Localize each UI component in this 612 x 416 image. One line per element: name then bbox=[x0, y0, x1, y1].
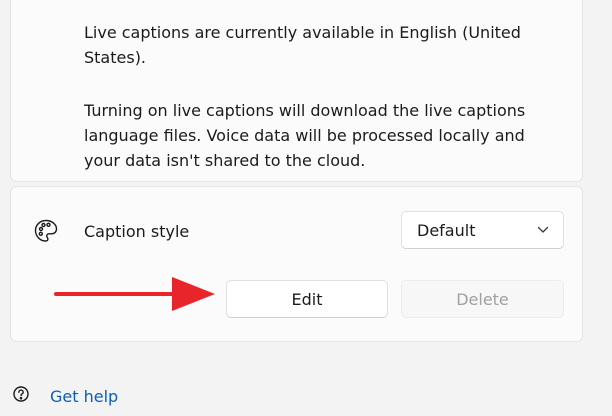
delete-caption-style-button[interactable]: Delete bbox=[401, 280, 564, 318]
availability-text: Live captions are currently available in… bbox=[84, 23, 521, 67]
chevron-down-icon bbox=[537, 226, 549, 233]
caption-style-dropdown[interactable]: Default bbox=[401, 211, 564, 249]
window-edge bbox=[606, 0, 612, 406]
get-help-link[interactable]: Get help bbox=[50, 387, 118, 406]
palette-icon bbox=[32, 217, 60, 245]
live-captions-info-card: Live captions are currently available in… bbox=[10, 0, 583, 182]
red-arrow-annotation bbox=[54, 277, 215, 311]
caption-style-label: Caption style bbox=[84, 222, 190, 241]
download-notice-text: Turning on live captions will download t… bbox=[84, 101, 526, 170]
edit-caption-style-button[interactable]: Edit bbox=[226, 280, 388, 318]
caption-style-card: Caption style Default Edit Delete bbox=[10, 186, 583, 342]
caption-style-dropdown-value: Default bbox=[417, 221, 476, 240]
help-icon bbox=[8, 384, 36, 412]
